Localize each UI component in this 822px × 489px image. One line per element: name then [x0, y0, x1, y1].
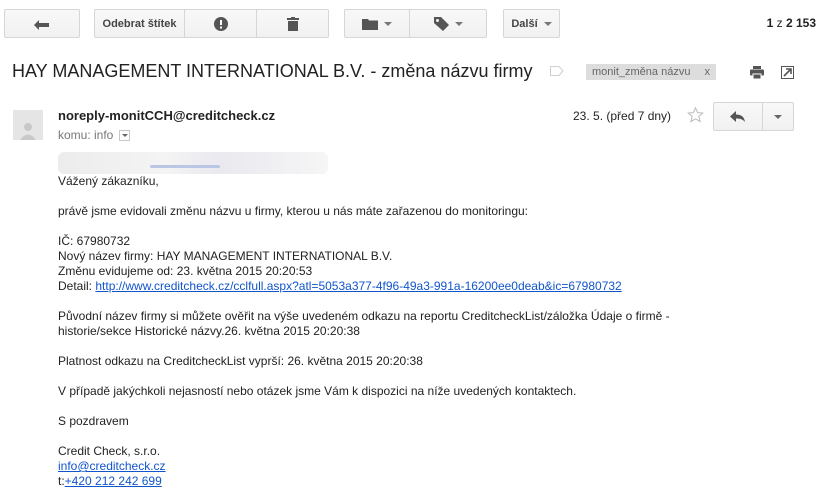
phone-prefix: t: — [58, 474, 65, 488]
avatar — [13, 110, 43, 140]
print-icon[interactable] — [750, 66, 764, 79]
company-email: info@creditcheck.cz — [58, 459, 166, 474]
important-marker-icon[interactable] — [550, 66, 564, 76]
move-to-button[interactable] — [344, 9, 410, 38]
pager-total: 2 153 — [785, 16, 816, 30]
chevron-down-icon — [454, 21, 463, 26]
company-phone: t:+420 212 242 699 — [58, 474, 162, 489]
more-actions-button[interactable] — [763, 102, 794, 131]
message-date: 23. 5. (před 7 dny) — [573, 109, 672, 123]
label-remove-button[interactable]: x — [705, 66, 711, 78]
greeting: Vážený zákazníku, — [58, 174, 159, 188]
new-window-icon[interactable] — [781, 66, 794, 79]
delete-button[interactable] — [257, 9, 329, 38]
person-icon — [20, 123, 36, 140]
chevron-down-icon — [774, 114, 782, 119]
remove-label-button[interactable]: Odebrat štítek — [94, 9, 185, 38]
star-icon[interactable] — [687, 107, 704, 123]
new-name-line: Nový název firmy: HAY MANAGEMENT INTERNA… — [58, 249, 393, 263]
tag-icon — [433, 16, 449, 31]
phone-link[interactable]: +420 212 242 699 — [65, 474, 162, 488]
folder-icon — [362, 18, 378, 30]
recorded-line: Změnu evidujeme od: 23. května 2015 20:2… — [58, 264, 313, 278]
regards: S pozdravem — [58, 414, 129, 428]
redacted-link — [150, 165, 220, 168]
recipients-details-toggle[interactable] — [119, 129, 131, 141]
label-chip[interactable]: monit_změna názvu x — [586, 64, 716, 80]
more-button[interactable]: Další — [503, 9, 560, 38]
detail-label: Detail: — [58, 279, 96, 293]
intro-text: právě jsme evidovali změnu názvu u firmy… — [58, 204, 529, 218]
detail-line: Detail: http://www.creditcheck.cz/cclful… — [58, 279, 622, 294]
report-spam-button[interactable] — [185, 9, 257, 38]
ic-line: IČ: 67980732 — [58, 234, 131, 248]
sender-address[interactable]: noreply-monitCCH@creditcheck.cz — [58, 108, 275, 123]
redacted-region — [58, 152, 328, 174]
report-spam-icon — [213, 16, 228, 31]
back-button[interactable] — [4, 9, 80, 38]
chevron-down-icon — [121, 133, 128, 137]
verify-line-2: historie/sekce Historické názvy.26. květ… — [58, 324, 360, 338]
verify-line-1: Původní název firmy si můžete ověřit na … — [58, 309, 670, 323]
label-chip-text: monit_změna názvu — [592, 66, 691, 78]
recipients: komu: info — [58, 128, 131, 142]
contact-line: V případě jakýchkoli nejasností nebo otá… — [58, 384, 577, 398]
chevron-down-icon — [543, 21, 552, 26]
email-subject: HAY MANAGEMENT INTERNATIONAL B.V. - změn… — [12, 61, 533, 81]
chevron-down-icon — [384, 21, 392, 26]
pager-range: 1 — [766, 16, 774, 30]
company-name: Credit Check, s.r.o. — [58, 444, 161, 458]
reply-icon — [730, 110, 745, 122]
more-button-text: Další — [511, 17, 538, 30]
trash-icon — [286, 16, 299, 31]
arrow-left-icon — [34, 19, 49, 30]
reply-button[interactable] — [713, 102, 763, 131]
email-link[interactable]: info@creditcheck.cz — [58, 459, 166, 473]
pager-separator: z — [776, 16, 783, 30]
detail-link[interactable]: http://www.creditcheck.cz/cclfull.aspx?a… — [95, 279, 621, 293]
pagination-counter: 1 z 2 153 — [767, 16, 816, 30]
recipients-label: komu: info — [58, 128, 114, 142]
labels-button[interactable] — [410, 9, 487, 38]
remove-label-button-text: Odebrat štítek — [102, 17, 177, 30]
validity-line: Platnost odkazu na CreditcheckList vyprš… — [58, 354, 423, 368]
